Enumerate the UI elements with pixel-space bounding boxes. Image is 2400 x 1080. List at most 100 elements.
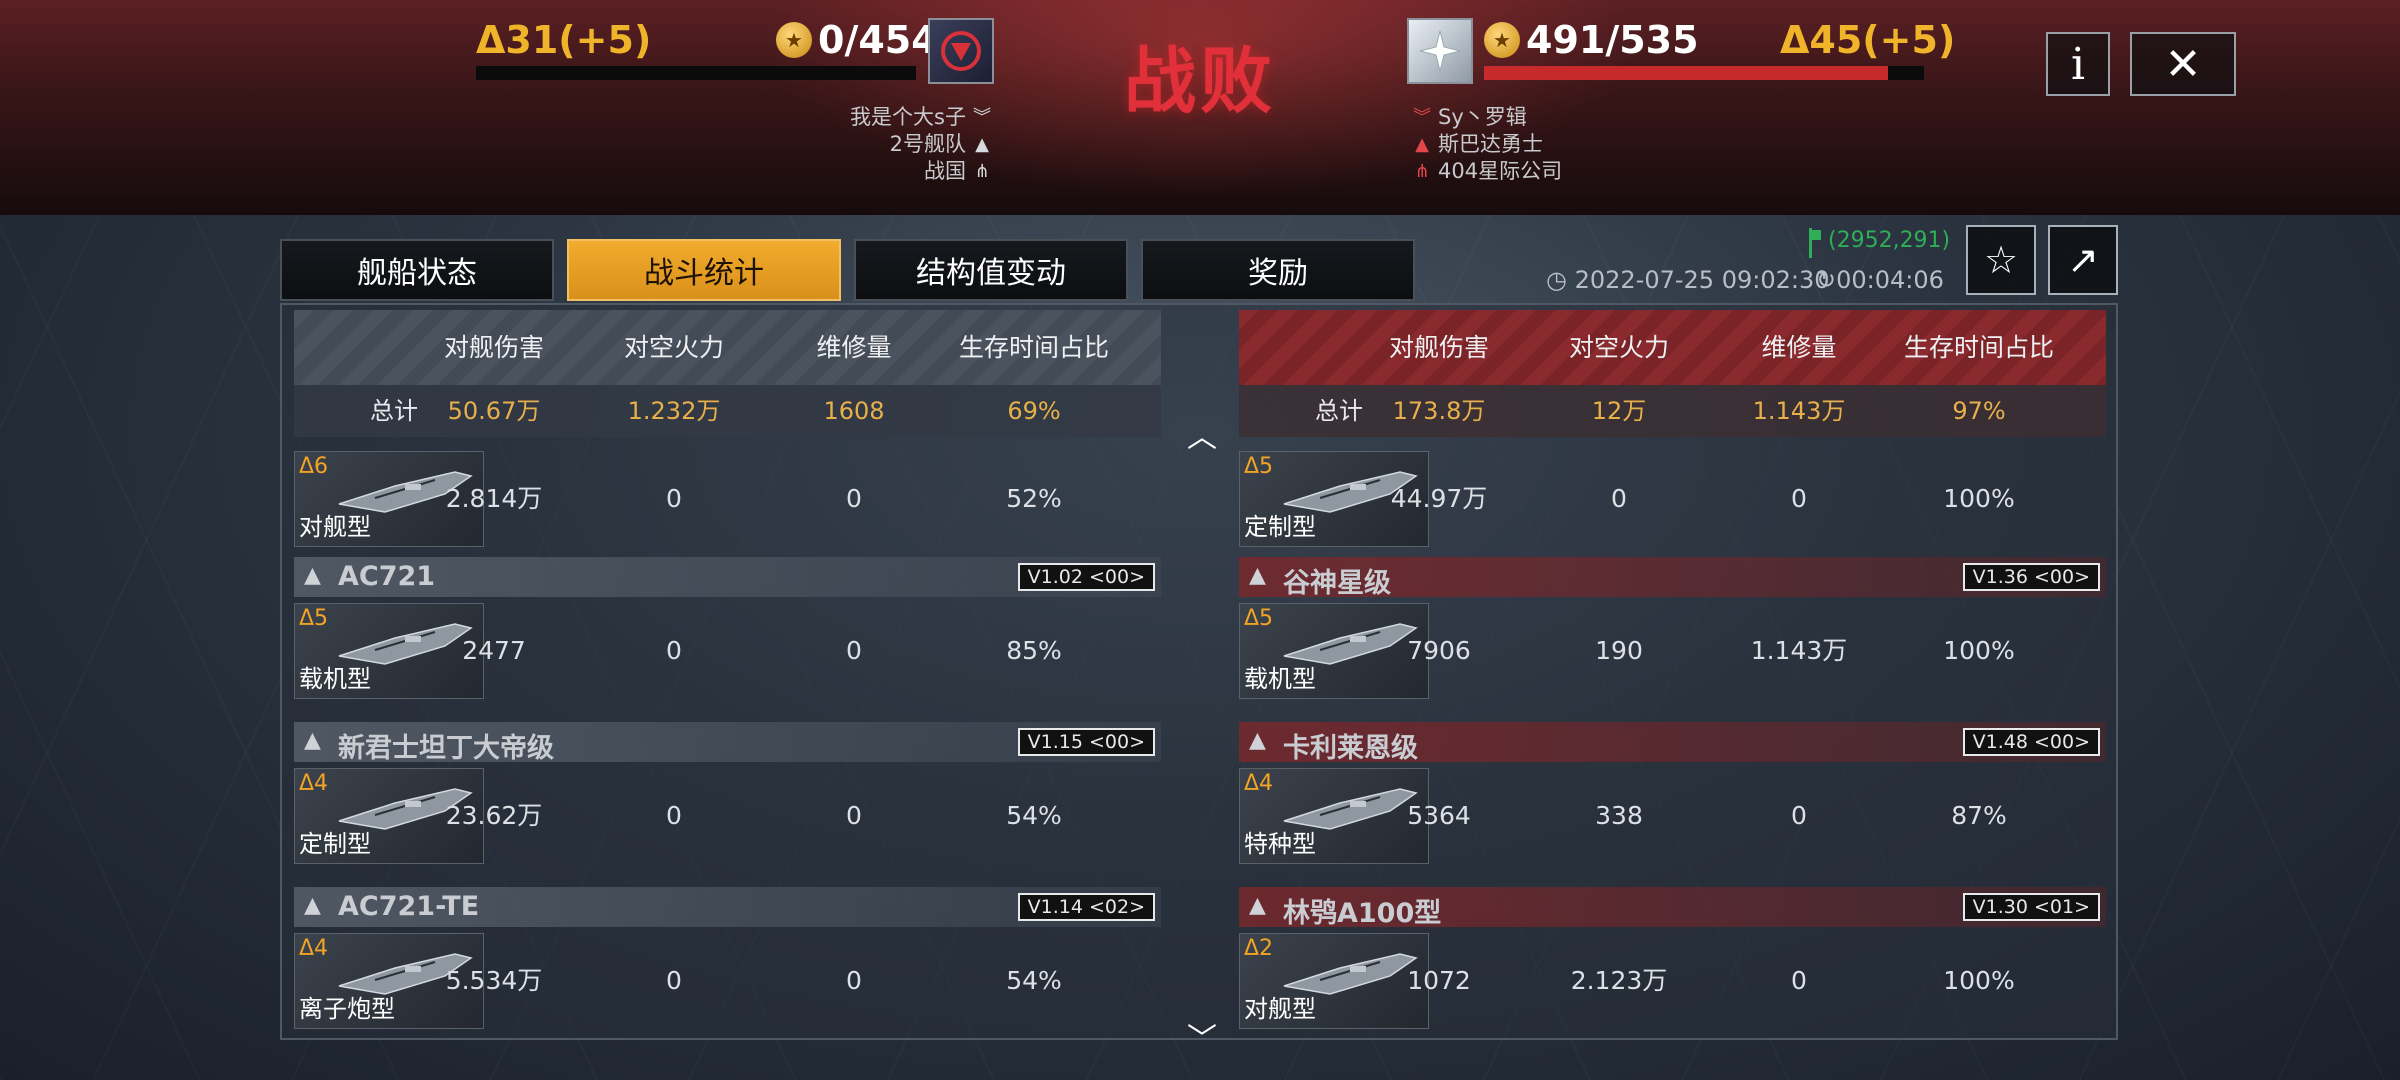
- totals-value: 1608: [823, 397, 885, 425]
- right-player-list: ︾ Sy丶罗辑 ▲ 斯巴达勇士 ⋔ 404星际公司: [1412, 104, 1562, 185]
- close-button[interactable]: ✕: [2130, 32, 2236, 96]
- ship-row[interactable]: Δ4 离子炮型 5.534万 0 0 54%: [294, 929, 1161, 1033]
- ship-level: Δ5: [1244, 454, 1274, 479]
- stat-value: 338: [1595, 801, 1643, 830]
- ship-class-name: 林鸮A100型: [1283, 898, 1442, 929]
- info-button[interactable]: i: [2046, 32, 2110, 96]
- fleet-arrow-icon: ▲: [1415, 134, 1429, 155]
- scroll-down-chevron-icon[interactable]: ﹀: [1184, 1025, 1220, 1055]
- ship-class-bar: ▲ 卡利莱恩级 V1.48 <00>: [1239, 722, 2106, 764]
- ship-row[interactable]: Δ4 特种型 5364 338 0 87%: [1239, 764, 2106, 868]
- column-header: 维修量: [816, 333, 892, 362]
- left-player-row: 战国 ⋔: [850, 158, 992, 185]
- ship-class-bar: ▲ AC721-TE V1.14 <02>: [294, 887, 1161, 927]
- left-score-value: 0/454: [818, 18, 938, 62]
- version-badge[interactable]: V1.15 <00>: [1017, 728, 1155, 756]
- column-header: 对舰伤害: [443, 333, 544, 362]
- stat-value: 0: [846, 484, 862, 513]
- stat-value: 190: [1595, 636, 1643, 665]
- own-fleet-table[interactable]: 对舰伤害 对空火力 维修量 生存时间占比 总计 50.67万 1.232万 1608 69% Δ6…: [294, 310, 1161, 1038]
- stats-header-row: 对舰伤害 对空火力 维修量 生存时间占比: [294, 310, 1161, 385]
- guild-icon: ⋔: [1414, 161, 1430, 182]
- left-player-row: 我是个大s子 ︾: [850, 105, 991, 129]
- stat-value: 23.62万: [445, 801, 543, 830]
- totals-row: 总计 173.8万 12万 1.143万 97%: [1239, 385, 2106, 437]
- totals-value: 50.67万: [447, 397, 541, 425]
- stat-value: 5364: [1407, 801, 1471, 830]
- ship-level: Δ4: [299, 771, 329, 796]
- ship-level: Δ4: [1244, 771, 1274, 796]
- version-badge[interactable]: V1.02 <00>: [1017, 563, 1155, 591]
- column-header: 维修量: [1761, 333, 1837, 362]
- ship-type: 离子炮型: [299, 995, 395, 1023]
- tab-rewards[interactable]: 奖励: [1141, 239, 1415, 301]
- enemy-fleet-table[interactable]: 对舰伤害 对空火力 维修量 生存时间占比总计 173.8万 12万 1.143万 97% Δ5 定…: [1239, 310, 2106, 1038]
- ship-row[interactable]: Δ4 定制型 23.62万 0 0 54%: [294, 764, 1161, 868]
- column-header: 对舰伤害: [1388, 333, 1489, 362]
- ship-row[interactable]: Δ5 载机型 7906 190 1.143万 100%: [1239, 599, 2106, 703]
- battle-result-title: 战败: [1123, 39, 1276, 123]
- ship-type: 对舰型: [1244, 995, 1316, 1023]
- totals-value: 12万: [1591, 397, 1647, 425]
- right-fleet-score: ★ 491/535: [1484, 18, 1699, 62]
- scroll-up-chevron-icon[interactable]: ︿: [1184, 423, 1220, 453]
- stat-value: 52%: [1006, 484, 1062, 513]
- ship-type: 特种型: [1244, 830, 1316, 858]
- version-badge[interactable]: V1.36 <00>: [1962, 563, 2100, 591]
- export-icon: ↗: [2067, 238, 2099, 282]
- totals-value: 97%: [1952, 397, 2006, 425]
- stat-value: 100%: [1943, 636, 2015, 665]
- rank-chevron-icon: ︾: [1413, 107, 1431, 128]
- clock-icon: ◷: [1546, 266, 1567, 294]
- battle-datetime: ◷ 2022-07-25 09:02:30: [1546, 266, 1830, 294]
- right-player-row: ▲ 斯巴达勇士: [1412, 131, 1562, 158]
- stat-value: 0: [1791, 966, 1807, 995]
- ship-row[interactable]: Δ5 载机型 2477 0 0 85%: [294, 599, 1161, 703]
- right-hp-bar: [1484, 66, 1924, 80]
- stat-value: 0: [846, 801, 862, 830]
- left-hp-bar: [476, 66, 916, 80]
- left-player-list: 我是个大s子 ︾ 2号舰队 ▲ 战国 ⋔: [850, 104, 992, 185]
- ship-class-icon: ▲: [304, 563, 321, 588]
- tab-structure-changes[interactable]: 结构值变动: [854, 239, 1128, 301]
- column-header: 对空火力: [623, 333, 724, 362]
- ship-row[interactable]: Δ5 定制型 44.97万 0 0 100%: [1239, 447, 2106, 551]
- location-flag-icon: [1808, 228, 1822, 258]
- left-fleet-emblem: [928, 18, 994, 84]
- ship-type: 载机型: [299, 665, 371, 693]
- battle-coordinates[interactable]: (2952,291): [1828, 228, 1950, 253]
- stat-value: 0: [846, 636, 862, 665]
- share-button[interactable]: ↗: [2048, 225, 2118, 295]
- ship-class-icon: ▲: [304, 728, 321, 753]
- ship-class-name: 卡利莱恩级: [1283, 733, 1418, 764]
- tab-battle-stats[interactable]: 战斗统计: [567, 239, 841, 301]
- tab-ship-status[interactable]: 舰船状态: [280, 239, 554, 301]
- ship-class-name: AC721: [338, 561, 436, 592]
- stat-value: 54%: [1006, 966, 1062, 995]
- right-player-row: ⋔ 404星际公司: [1412, 158, 1562, 185]
- left-player-row: 2号舰队 ▲: [850, 131, 992, 158]
- stat-value: 0: [1791, 801, 1807, 830]
- right-fleet-delta: Δ45(+5): [1780, 18, 1956, 62]
- left-fleet-delta: Δ31(+5): [476, 18, 652, 62]
- ship-class-name: 新君士坦丁大帝级: [338, 733, 554, 764]
- ship-row[interactable]: Δ2 对舰型 1072 2.123万 0 100%: [1239, 929, 2106, 1033]
- ship-class-icon: ▲: [1249, 728, 1266, 753]
- stat-value: 0: [846, 966, 862, 995]
- ship-row[interactable]: Δ6 对舰型 2.814万 0 0 52%: [294, 447, 1161, 551]
- right-score-value: 491/535: [1526, 18, 1699, 62]
- version-badge[interactable]: V1.14 <02>: [1017, 893, 1155, 921]
- column-header: 对空火力: [1568, 333, 1669, 362]
- ship-type: 对舰型: [299, 513, 371, 541]
- column-header: 生存时间占比: [1903, 333, 2054, 362]
- version-badge[interactable]: V1.48 <00>: [1962, 728, 2100, 756]
- ship-type: 载机型: [1244, 665, 1316, 693]
- ship-level: Δ6: [299, 454, 329, 479]
- battle-stats-panel: 对舰伤害 对空火力 维修量 生存时间占比 总计 50.67万 1.232万 1608 69% Δ6…: [280, 303, 2118, 1040]
- stat-value: 87%: [1951, 801, 2007, 830]
- stats-header-row: 对舰伤害 对空火力 维修量 生存时间占比: [1239, 310, 2106, 385]
- stat-value: 2.814万: [445, 484, 543, 513]
- favorite-button[interactable]: ☆: [1966, 225, 2036, 295]
- right-hp-fill: [1484, 66, 1888, 80]
- version-badge[interactable]: V1.30 <01>: [1962, 893, 2100, 921]
